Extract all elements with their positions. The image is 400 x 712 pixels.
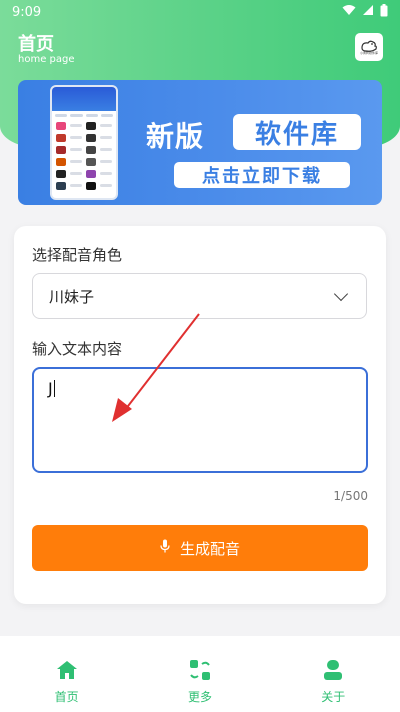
logo-text: 小黄鸭软件库 [359,51,378,55]
microphone-icon [160,539,170,557]
status-bar: 9:09 [0,0,400,24]
char-counter: 1/500 [333,489,368,503]
signal-icon [362,4,374,20]
banner-title: 新版 [146,120,205,153]
app-logo[interactable]: 小黄鸭软件库 [355,33,383,61]
tab-more-label: 更多 [187,690,212,704]
tab-home[interactable]: 首页 [27,636,107,705]
text-content-input[interactable]: J [32,367,368,473]
status-icons [342,3,388,21]
battery-icon [380,3,388,21]
status-time: 9:09 [12,4,42,20]
page-subtitle: home page [18,54,75,65]
generate-dubbing-button[interactable]: 生成配音 [32,525,368,571]
banner-highlight: 软件库 [233,114,361,150]
home-icon [56,658,78,682]
download-banner[interactable]: 新版 软件库 点击立即下载 [18,80,382,205]
text-content-value: J [48,379,53,398]
voice-role-label: 选择配音角色 [32,246,123,264]
voice-role-value: 川妹子 [49,287,95,306]
user-icon [322,658,344,682]
generate-button-label: 生成配音 [179,539,240,558]
banner-download-button[interactable]: 点击立即下载 [174,162,350,188]
tab-more[interactable]: 更多 [160,636,240,705]
more-icon [189,658,211,682]
bottom-tab-bar: 首页 更多 关于 [0,636,400,712]
voice-role-select[interactable]: 川妹子 [32,273,367,319]
tab-home-label: 首页 [54,690,79,704]
tab-about-label: 关于 [321,690,346,704]
banner-phone-illustration [50,85,118,200]
text-caret [53,380,55,397]
tab-about[interactable]: 关于 [293,636,373,705]
page-title: 首页 [18,34,54,55]
text-content-label: 输入文本内容 [32,340,123,358]
chevron-down-icon [333,286,349,301]
wifi-icon [342,4,356,20]
